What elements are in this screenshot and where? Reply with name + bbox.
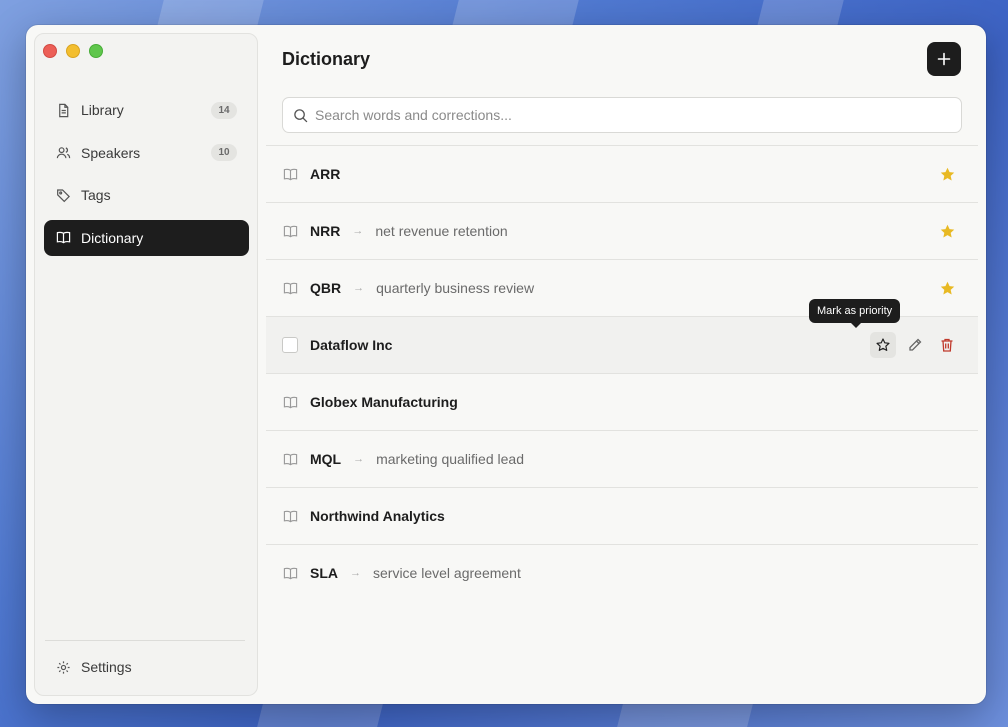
sidebar-item-settings[interactable]: Settings bbox=[44, 649, 249, 685]
book-icon bbox=[282, 280, 298, 296]
list-item[interactable]: Northwind Analytics bbox=[266, 487, 978, 544]
entry-correction: net revenue retention bbox=[375, 223, 508, 239]
select-checkbox[interactable] bbox=[282, 337, 298, 353]
page-title: Dictionary bbox=[282, 49, 371, 69]
pencil-icon bbox=[909, 338, 922, 351]
arrow-right-icon: → bbox=[350, 567, 361, 579]
sidebar-item-speakers[interactable]: Speakers 10 bbox=[44, 135, 249, 171]
arrow-right-icon: → bbox=[353, 282, 365, 294]
list-item[interactable]: MQL → marketing qualified lead bbox=[266, 430, 978, 487]
sidebar-item-dictionary[interactable]: Dictionary bbox=[44, 219, 249, 256]
book-icon bbox=[282, 565, 298, 581]
search-icon bbox=[294, 108, 308, 122]
delete-button[interactable] bbox=[934, 332, 960, 358]
count-badge: 10 bbox=[211, 144, 237, 161]
star-outline-icon bbox=[876, 338, 890, 351]
row-actions bbox=[870, 332, 960, 358]
book-icon bbox=[282, 508, 298, 524]
search-input[interactable] bbox=[315, 107, 951, 123]
count-badge: 14 bbox=[211, 101, 237, 119]
list-item[interactable]: SLA → service level agreement bbox=[266, 544, 978, 601]
sidebar-item-label: Library bbox=[81, 102, 124, 118]
close-window-button[interactable] bbox=[43, 44, 57, 58]
entry-correction: quarterly business review bbox=[376, 280, 535, 296]
search-bar bbox=[282, 97, 962, 133]
sidebar: Library 14 Speakers 10 Tags Dictionary S… bbox=[34, 33, 258, 696]
dictionary-list: ARR NRR → net revenue retention QBR → qu… bbox=[266, 145, 978, 601]
mark-priority-button[interactable] bbox=[870, 332, 896, 358]
priority-tooltip: Mark as priority bbox=[809, 299, 901, 328]
sidebar-nav: Library 14 Speakers 10 Tags Dictionary bbox=[44, 92, 249, 262]
list-item[interactable]: NRR → net revenue retention bbox=[266, 202, 978, 259]
entry-term: Northwind Analytics bbox=[310, 508, 445, 524]
settings-label: Settings bbox=[81, 659, 132, 675]
app-window: Library 14 Speakers 10 Tags Dictionary S… bbox=[26, 25, 986, 704]
book-icon bbox=[282, 451, 298, 467]
entry-correction: marketing qualified lead bbox=[376, 451, 524, 467]
priority-star-icon[interactable] bbox=[939, 166, 956, 183]
zoom-window-button[interactable] bbox=[89, 44, 103, 58]
sidebar-item-label: Speakers bbox=[81, 144, 141, 161]
add-word-button[interactable] bbox=[927, 42, 961, 76]
plus-icon bbox=[937, 52, 951, 66]
arrow-right-icon: → bbox=[352, 225, 364, 237]
gear-icon bbox=[55, 659, 71, 675]
entry-correction: service level agreement bbox=[373, 565, 521, 581]
window-controls bbox=[43, 44, 103, 58]
users-icon bbox=[55, 145, 71, 161]
sidebar-item-label: Tags bbox=[81, 187, 111, 203]
tag-icon bbox=[55, 187, 71, 203]
sidebar-item-label: Dictionary bbox=[81, 229, 144, 246]
sidebar-divider bbox=[45, 640, 245, 641]
trash-icon bbox=[941, 338, 953, 352]
arrow-right-icon: → bbox=[353, 453, 365, 465]
entry-term: MQL bbox=[310, 451, 342, 467]
settings-section: Settings bbox=[44, 649, 249, 692]
book-icon bbox=[282, 166, 298, 182]
entry-term: ARR bbox=[310, 166, 341, 182]
sidebar-item-library[interactable]: Library 14 bbox=[44, 92, 249, 128]
entry-term: NRR bbox=[310, 223, 341, 239]
list-item[interactable]: ARR bbox=[266, 145, 978, 202]
edit-button[interactable] bbox=[902, 332, 928, 358]
main-content: Dictionary ARR NRR → net revenue retenti… bbox=[266, 25, 978, 704]
entry-term: Dataflow Inc bbox=[310, 337, 393, 353]
priority-star-icon[interactable] bbox=[939, 223, 956, 240]
sidebar-item-tags[interactable]: Tags bbox=[44, 177, 249, 213]
book-icon bbox=[282, 223, 298, 239]
entry-term: SLA bbox=[310, 565, 338, 581]
minimize-window-button[interactable] bbox=[66, 44, 80, 58]
list-item[interactable]: Globex Manufacturing bbox=[266, 373, 978, 430]
entry-term: QBR bbox=[310, 280, 342, 296]
priority-star-icon[interactable] bbox=[939, 280, 956, 297]
book-icon bbox=[282, 394, 298, 410]
entry-term: Globex Manufacturing bbox=[310, 394, 458, 410]
book-icon bbox=[55, 230, 71, 246]
document-icon bbox=[55, 102, 71, 118]
list-item[interactable]: Dataflow Inc bbox=[266, 316, 978, 373]
